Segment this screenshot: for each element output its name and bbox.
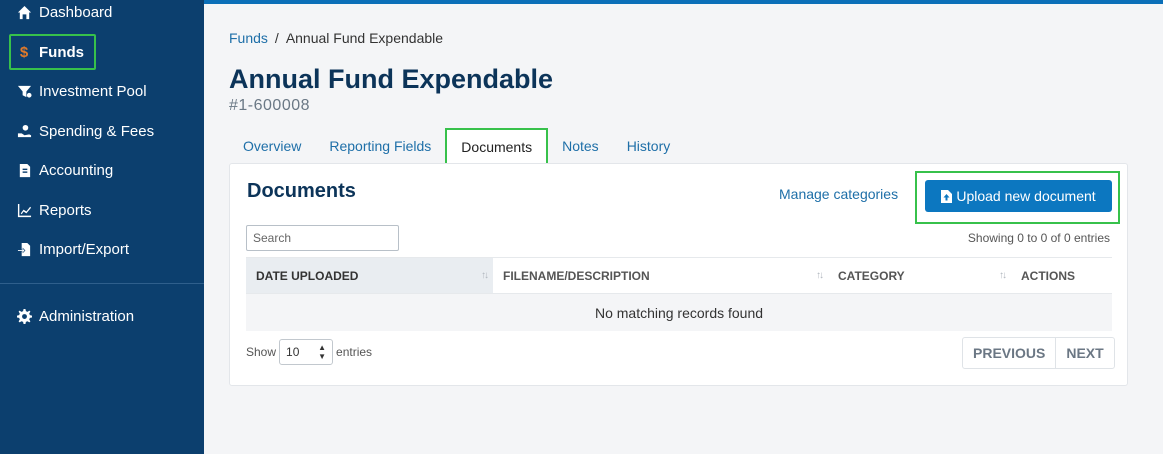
sidebar-item-label: Accounting	[39, 161, 114, 179]
tab-bar: Overview Reporting Fields Documents Note…	[229, 128, 684, 164]
top-accent-bar	[204, 0, 1163, 4]
sidebar-item-label: Spending & Fees	[39, 122, 155, 140]
line-chart-icon	[16, 202, 32, 218]
sidebar-item-accounting[interactable]: Accounting	[0, 152, 204, 188]
ledger-icon	[16, 162, 32, 178]
column-actions: ACTIONS	[1011, 258, 1112, 293]
funds-highlight-outline	[9, 34, 96, 70]
page-title: Annual Fund Expendable	[229, 64, 554, 94]
entries-label: entries	[336, 345, 373, 359]
next-page-button[interactable]: NEXT	[1055, 338, 1113, 368]
column-label: CATEGORY	[838, 268, 905, 283]
sidebar-item-investment-pool[interactable]: Investment Pool	[0, 73, 204, 109]
show-label: Show	[246, 345, 277, 359]
sidebar: Dashboard $ Funds Investment Pool Spendi…	[0, 0, 204, 454]
empty-table-row: No matching records found	[246, 294, 1112, 331]
page-size-value: 10	[286, 345, 300, 359]
sidebar-item-import-export[interactable]: Import/Export	[0, 231, 204, 267]
manage-categories-link[interactable]: Manage categories	[779, 186, 898, 202]
sidebar-item-reports[interactable]: Reports	[0, 192, 204, 228]
funnel-icon	[16, 83, 32, 99]
select-arrows-icon: ▲ ▼	[318, 343, 327, 361]
sort-icon: ↑↓	[816, 270, 824, 281]
sidebar-item-label: Investment Pool	[39, 82, 147, 100]
table-header: DATE UPLOADED ↑↓ FILENAME/DESCRIPTION ↑↓…	[246, 257, 1112, 294]
file-transfer-icon	[16, 241, 32, 257]
upload-button-label: Upload new document	[956, 188, 1096, 204]
sidebar-item-administration[interactable]: Administration	[0, 298, 204, 334]
sidebar-item-label: Reports	[39, 201, 92, 219]
documents-title: Documents	[247, 180, 356, 202]
documents-table: DATE UPLOADED ↑↓ FILENAME/DESCRIPTION ↑↓…	[246, 257, 1112, 331]
sidebar-item-label: Administration	[39, 307, 135, 325]
previous-page-button[interactable]: PREVIOUS	[963, 338, 1055, 368]
tab-overview[interactable]: Overview	[229, 128, 315, 164]
pagination: PREVIOUS NEXT	[962, 337, 1115, 369]
upload-new-document-button[interactable]: Upload new document	[925, 180, 1112, 212]
breadcrumb-funds-link[interactable]: Funds	[229, 30, 268, 46]
tab-reporting-fields[interactable]: Reporting Fields	[315, 128, 445, 164]
hand-coin-icon	[16, 123, 32, 139]
column-filename-description[interactable]: FILENAME/DESCRIPTION ↑↓	[493, 258, 828, 293]
breadcrumb-current: Annual Fund Expendable	[285, 30, 444, 46]
documents-card: Documents Manage categories Upload new d…	[229, 163, 1128, 386]
sidebar-divider	[0, 283, 204, 284]
sidebar-item-label: Import/Export	[39, 240, 130, 258]
sort-icon: ↑↓	[999, 270, 1007, 281]
breadcrumb-separator: /	[274, 30, 279, 46]
file-upload-icon	[941, 189, 953, 203]
tab-documents[interactable]: Documents	[445, 128, 549, 164]
page-size-select[interactable]: 10 ▲ ▼	[279, 339, 334, 365]
sidebar-item-dashboard[interactable]: Dashboard	[0, 0, 204, 30]
column-label: FILENAME/DESCRIPTION	[503, 268, 650, 283]
sidebar-item-spending-fees[interactable]: Spending & Fees	[0, 113, 204, 149]
gear-icon	[16, 308, 32, 324]
page-size-control: Show 10 ▲ ▼ entries	[246, 339, 372, 365]
sidebar-item-label: Dashboard	[39, 3, 113, 21]
column-label: DATE UPLOADED	[256, 268, 359, 283]
home-icon	[16, 4, 32, 20]
sort-icon: ↑↓	[481, 270, 489, 281]
tab-notes[interactable]: Notes	[548, 128, 613, 164]
tab-history[interactable]: History	[613, 128, 685, 164]
column-label: ACTIONS	[1021, 268, 1075, 283]
entries-info: Showing 0 to 0 of 0 entries	[967, 231, 1110, 245]
search-input[interactable]	[246, 225, 399, 251]
fund-number: #1-600008	[229, 97, 311, 114]
column-category[interactable]: CATEGORY ↑↓	[828, 258, 1011, 293]
column-date-uploaded[interactable]: DATE UPLOADED ↑↓	[246, 258, 493, 293]
breadcrumb: Funds / Annual Fund Expendable	[229, 30, 443, 46]
